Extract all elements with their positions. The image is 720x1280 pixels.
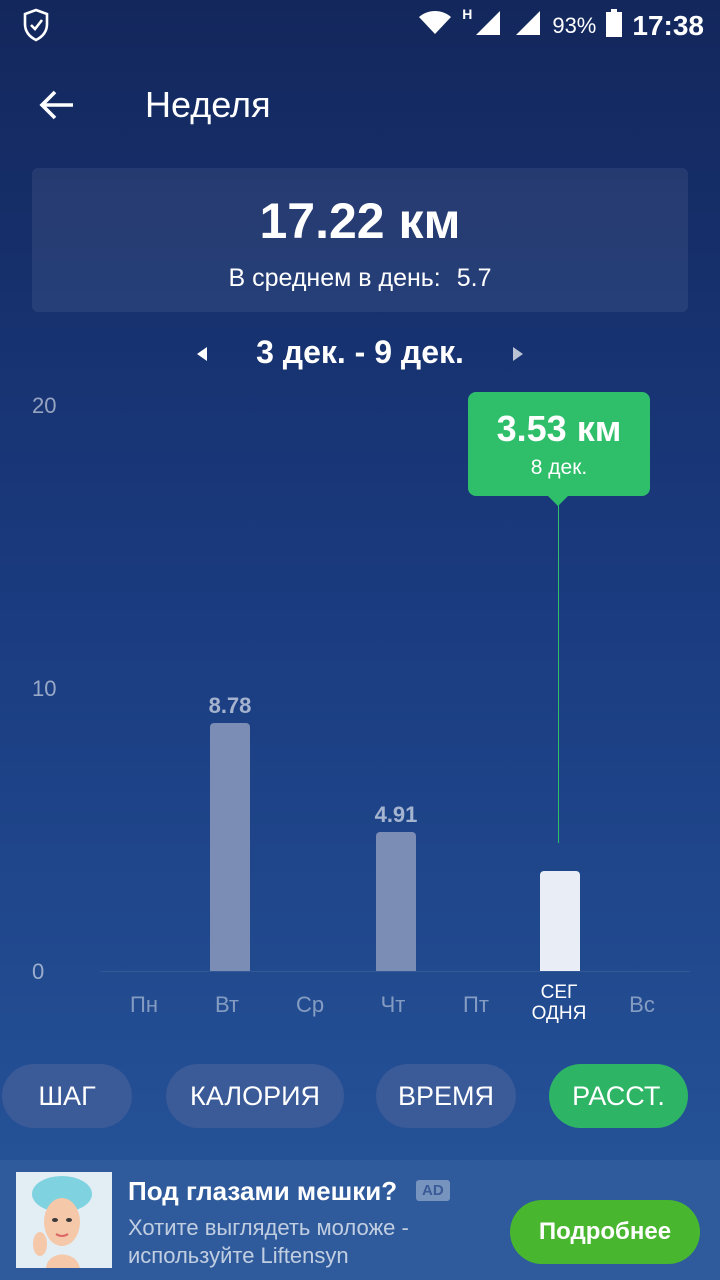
- ad-more-button[interactable]: Подробнее: [510, 1200, 700, 1264]
- x-axis-day-label: СЕГ ОДНЯ: [531, 982, 587, 1024]
- arrow-left-icon: [39, 89, 75, 126]
- x-axis-day-label: Пт: [463, 992, 489, 1017]
- y-axis-tick-label: 0: [32, 959, 45, 984]
- previous-week-button[interactable]: [190, 340, 214, 373]
- tooltip-pointer: [548, 496, 568, 506]
- tooltip-date: 8 дек.: [530, 456, 588, 479]
- tooltip-value: 3.53 км: [496, 408, 622, 449]
- daily-average-label: В среднем в день:: [228, 264, 441, 292]
- chart-baseline: [100, 971, 690, 972]
- ad-banner[interactable]: Под глазами мешки? AD Хотите выглядеть м…: [0, 1160, 720, 1280]
- shield-check-icon: [22, 8, 50, 47]
- ad-badge: AD: [416, 1180, 450, 1201]
- chart-bar[interactable]: [540, 871, 580, 971]
- signal-icon: [472, 9, 502, 44]
- back-button[interactable]: [30, 80, 84, 134]
- x-axis-day-label: Пн: [130, 992, 158, 1017]
- total-distance: 17.22 км: [259, 193, 461, 249]
- next-week-button[interactable]: [506, 340, 530, 373]
- chart-bar[interactable]: [376, 832, 416, 971]
- wifi-icon: [418, 10, 452, 43]
- chart-bar[interactable]: [210, 722, 250, 971]
- date-range-selector: 3 дек. - 9 дек.: [0, 332, 720, 378]
- app-bar: Неделя: [0, 62, 720, 152]
- status-bar: H 93% 17:38: [0, 0, 720, 52]
- ad-description: Хотите выглядеть моложе - используйте Li…: [128, 1215, 409, 1268]
- tab-steps[interactable]: ШАГ: [2, 1064, 132, 1128]
- highlight-line: [558, 505, 559, 843]
- daily-average: В среднем в день: 5.7: [32, 264, 688, 293]
- y-axis-tick-label: 10: [32, 676, 57, 701]
- tab-distance[interactable]: РАССТ.: [549, 1064, 688, 1128]
- page-title: Неделя: [145, 84, 271, 125]
- ad-image[interactable]: [16, 1172, 112, 1268]
- tab-calories[interactable]: КАЛОРИЯ: [166, 1064, 344, 1128]
- y-axis-tick-label: 20: [32, 393, 57, 418]
- date-range-label: 3 дек. - 9 дек.: [256, 334, 464, 370]
- x-axis-day-label: Чт: [380, 992, 406, 1017]
- clock: 17:38: [632, 10, 704, 41]
- bar-value-label: 8.78: [208, 692, 252, 718]
- x-axis-day-label: Вт: [214, 992, 240, 1017]
- battery-icon: [606, 8, 623, 44]
- caret-right-icon: [506, 347, 530, 372]
- network-type-label: H: [462, 6, 473, 22]
- daily-average-value: 5.7: [456, 264, 492, 292]
- signal-icon: [512, 9, 542, 44]
- summary-card: 17.22 км В среднем в день: 5.7: [32, 168, 688, 312]
- x-axis-day-label: Ср: [295, 992, 325, 1017]
- ad-title: Под глазами мешки?: [128, 1176, 398, 1206]
- x-axis-day-label: Вс: [629, 992, 655, 1017]
- chart-tooltip: 3.53 км 8 дек.: [468, 392, 650, 506]
- battery-percent: 93%: [552, 13, 597, 38]
- caret-left-icon: [190, 347, 214, 372]
- tab-time[interactable]: ВРЕМЯ: [376, 1064, 516, 1128]
- bar-value-label: 4.91: [374, 802, 418, 828]
